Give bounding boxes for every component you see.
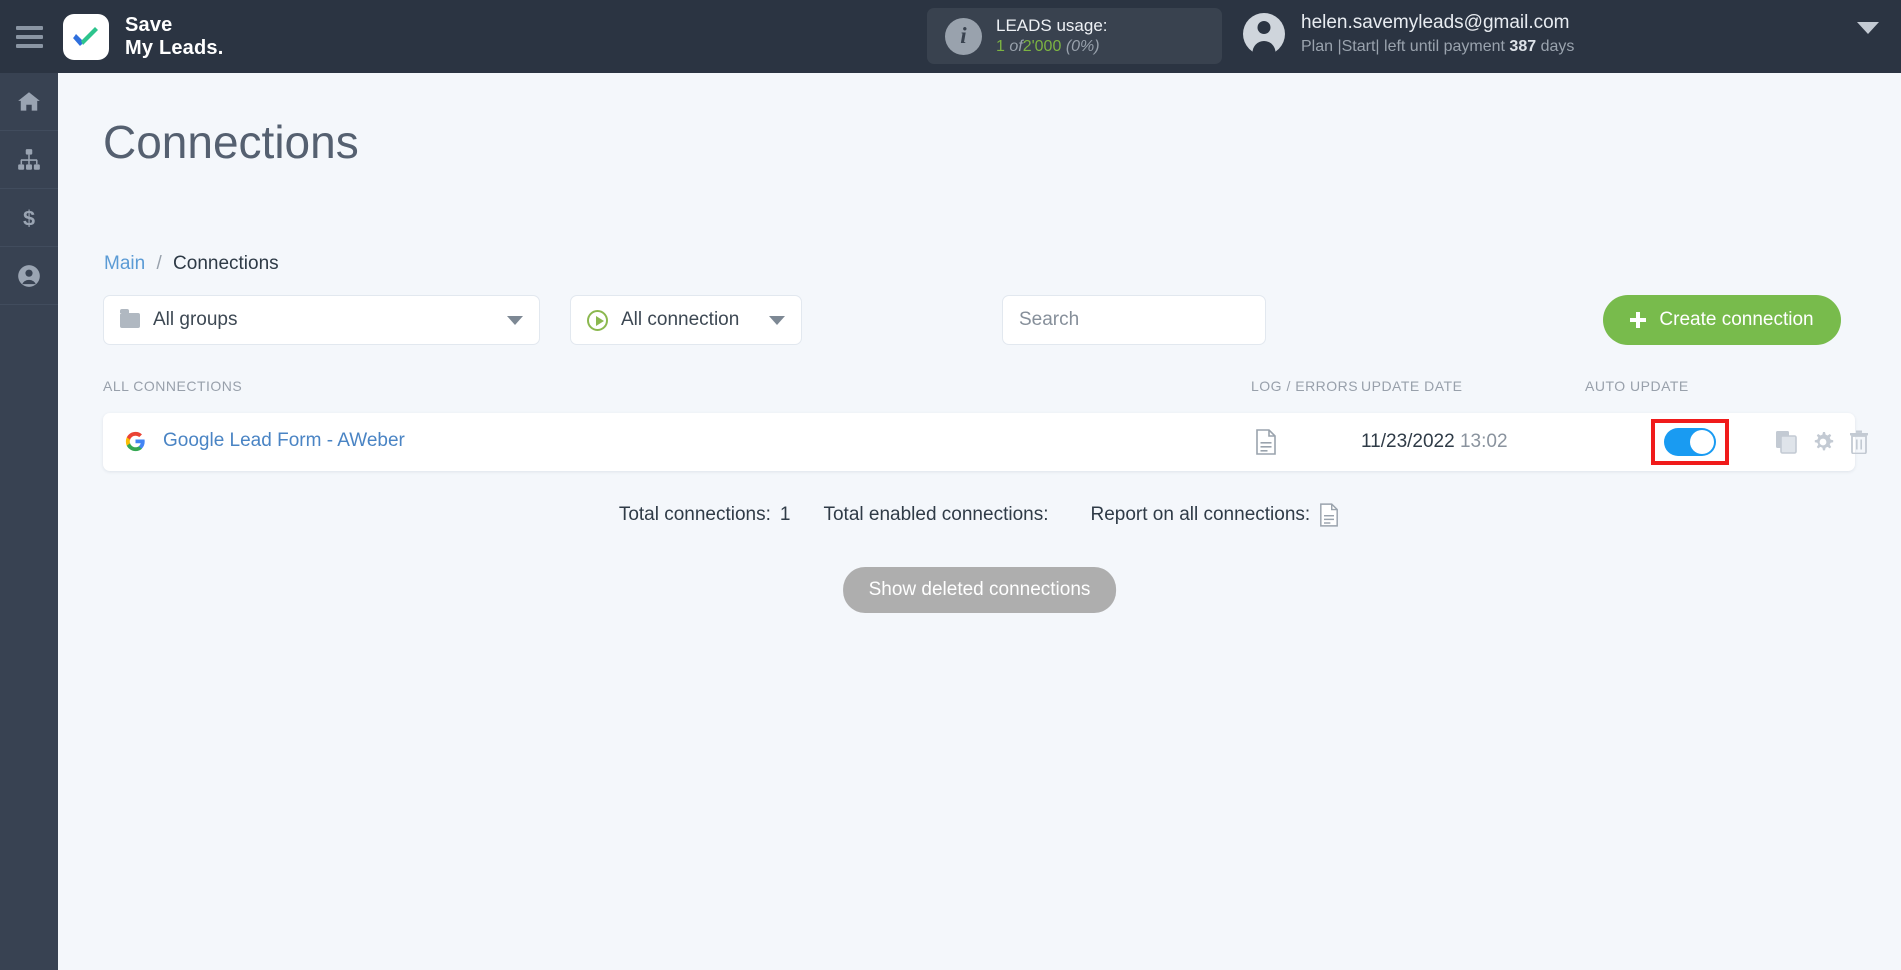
report-label: Report on all connections: [1090, 504, 1311, 525]
hamburger-bar [15, 25, 43, 30]
leads-of-word: of [1009, 37, 1023, 55]
brand-name: Save My Leads. [125, 14, 224, 59]
account-plan: Plan |Start| left until payment 387 days [1301, 36, 1574, 58]
brand-line-1: Save [125, 14, 173, 37]
log-errors-document-icon[interactable] [1255, 429, 1277, 460]
auto-update-toggle-highlight[interactable] [1651, 419, 1729, 465]
leads-used: 1 [996, 37, 1005, 55]
trash-icon[interactable] [1849, 430, 1869, 454]
account-chevron-down-icon[interactable] [1857, 22, 1879, 34]
breadcrumb: Main / Connections [104, 253, 279, 275]
gear-icon[interactable] [1811, 430, 1835, 454]
groups-filter-label: All groups [153, 309, 238, 330]
folder-icon [120, 308, 140, 328]
google-icon [125, 431, 145, 451]
account-plan-days: 387 [1509, 37, 1537, 55]
account-menu[interactable]: helen.savemyleads@gmail.com Plan |Start|… [1243, 10, 1574, 57]
update-time-value: 13:02 [1459, 431, 1508, 452]
savemyleads-logo-icon [63, 13, 109, 60]
sidebar: $ [0, 73, 58, 970]
breadcrumb-separator: / [156, 253, 162, 274]
home-icon [18, 91, 40, 111]
create-connection-label: Create connection [1659, 309, 1814, 330]
report-on-all-connections[interactable]: Report on all connections: [1090, 503, 1339, 527]
leads-usage-values: 1 of2'000 (0%) [996, 37, 1108, 58]
hamburger-bar [15, 34, 43, 39]
create-connection-button[interactable]: Create connection [1603, 295, 1841, 345]
total-connections: Total connections: 1 [619, 504, 791, 526]
leads-limit: 2'000 [1022, 37, 1062, 55]
user-circle-icon [18, 264, 40, 287]
plus-icon [1630, 312, 1647, 328]
account-text: helen.savemyleads@gmail.com Plan |Start|… [1301, 10, 1574, 57]
column-header-update-date: UPDATE DATE [1361, 378, 1463, 394]
account-plan-suffix: days [1540, 37, 1575, 55]
account-plan-prefix: Plan |Start| left until payment [1301, 37, 1505, 55]
account-email: helen.savemyleads@gmail.com [1301, 12, 1570, 33]
filter-row: All groups All connection [103, 295, 802, 345]
main-content: Connections Main / Connections All group… [58, 73, 1901, 970]
sitemap-icon [18, 148, 40, 170]
leads-usage-text: LEADS usage: 1 of2'000 (0%) [996, 15, 1108, 58]
user-avatar-icon [1243, 12, 1285, 55]
totals-row: Total connections: 1 Total enabled conne… [103, 503, 1855, 527]
sidebar-item-billing[interactable]: $ [0, 189, 58, 247]
leads-usage-badge[interactable]: i LEADS usage: 1 of2'000 (0%) [927, 8, 1222, 64]
total-connections-value: 1 [779, 504, 791, 525]
connection-update-date: 11/23/2022 13:02 [1361, 431, 1508, 453]
auto-update-toggle[interactable] [1664, 428, 1716, 456]
table-row[interactable]: Google Lead Form - AWeber 11/23/2022 13:… [103, 413, 1868, 471]
breadcrumb-main-link[interactable]: Main [104, 253, 145, 274]
report-document-icon[interactable] [1319, 503, 1339, 527]
connection-name-label: Google Lead Form - AWeber [163, 430, 405, 451]
hamburger-bar [15, 43, 43, 48]
row-action-buttons [1775, 430, 1869, 454]
copy-icon[interactable] [1775, 430, 1797, 454]
connection-type-filter-select[interactable]: All connection [570, 295, 802, 345]
chevron-down-icon [507, 315, 523, 325]
brand-line-2: My Leads. [125, 36, 224, 59]
sidebar-item-connections[interactable] [0, 131, 58, 189]
dollar-icon: $ [23, 205, 35, 230]
hamburger-menu-icon[interactable] [0, 0, 58, 73]
svg-text:$: $ [23, 205, 35, 230]
leads-percent: (0%) [1065, 37, 1100, 55]
update-date-value: 11/23/2022 [1361, 431, 1455, 452]
groups-filter-select[interactable]: All groups [103, 295, 540, 345]
page-title: Connections [103, 116, 359, 168]
brand-logo-area[interactable]: Save My Leads. [63, 13, 224, 60]
top-bar: Save My Leads. i LEADS usage: 1 of2'000 … [0, 0, 1901, 73]
connection-name-link[interactable]: Google Lead Form - AWeber [125, 430, 405, 452]
play-circle-icon [587, 309, 608, 331]
total-enabled-connections: Total enabled connections: [823, 504, 1057, 526]
connection-type-filter-label: All connection [621, 309, 740, 330]
column-header-auto-update: AUTO UPDATE [1585, 378, 1689, 394]
breadcrumb-current: Connections [173, 253, 279, 274]
table-header: ALL CONNECTIONS LOG / ERRORS UPDATE DATE… [103, 378, 1855, 402]
show-deleted-connections-button[interactable]: Show deleted connections [842, 567, 1117, 613]
column-header-log-errors: LOG / ERRORS [1251, 378, 1359, 394]
search-input[interactable] [1002, 295, 1266, 345]
info-icon: i [945, 17, 982, 55]
sidebar-item-home[interactable] [0, 73, 58, 131]
column-header-all-connections: ALL CONNECTIONS [103, 378, 243, 394]
total-enabled-label: Total enabled connections: [823, 504, 1049, 525]
total-connections-label: Total connections: [618, 504, 771, 525]
sidebar-item-account[interactable] [0, 247, 58, 305]
leads-usage-title: LEADS usage: [996, 15, 1108, 35]
chevron-down-icon [769, 315, 785, 325]
